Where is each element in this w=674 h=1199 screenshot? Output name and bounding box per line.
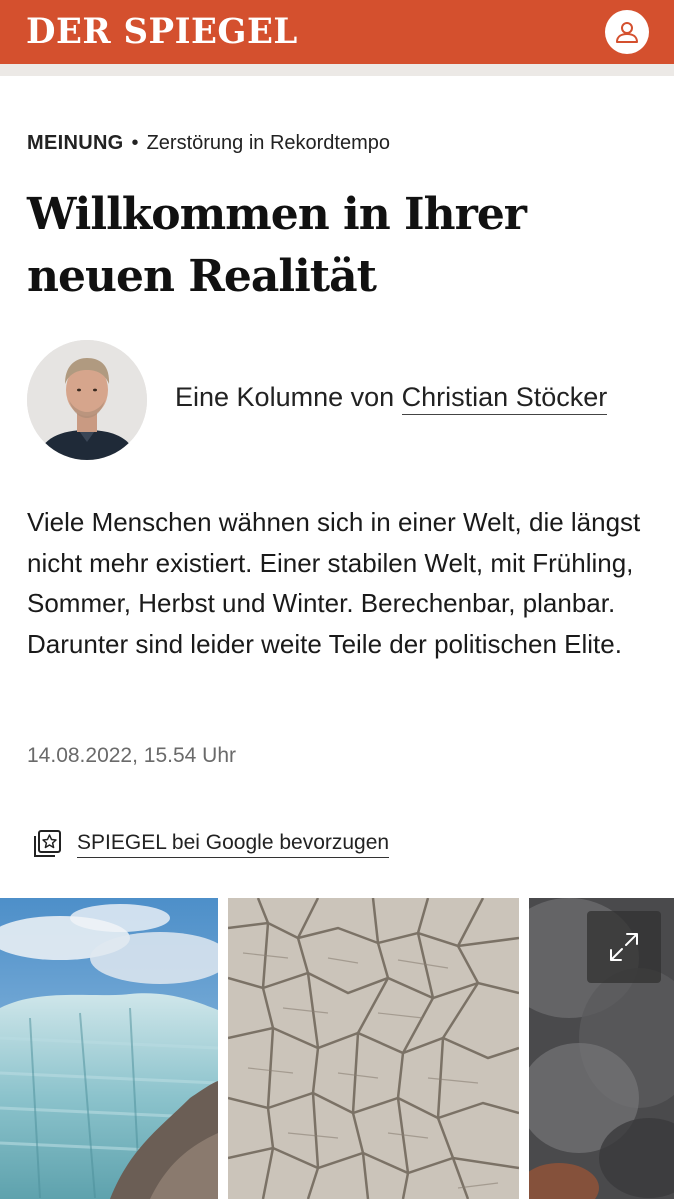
site-header: DER SPIEGEL [0, 0, 674, 64]
author-avatar[interactable] [27, 340, 147, 460]
publish-date: 14.08.2022, 15.54 Uhr [27, 744, 236, 767]
user-icon [616, 22, 638, 43]
topic-label: Zerstörung in Rekordtempo [146, 132, 391, 154]
google-preference-label: SPIEGEL bei Google bevorzugen [77, 831, 390, 858]
kicker: MEINUNG • Zerstörung in Rekordtempo [27, 132, 390, 155]
glacier-image[interactable] [0, 898, 218, 1199]
author-link[interactable]: Christian Stöcker [401, 382, 608, 415]
kicker-separator: • [131, 132, 139, 154]
byline: Eine Kolumne von Christian Stöcker [175, 382, 608, 415]
google-preference-link[interactable]: SPIEGEL bei Google bevorzugen [31, 828, 390, 860]
section-label[interactable]: MEINUNG [27, 132, 124, 154]
header-divider [0, 64, 674, 76]
expand-icon [610, 933, 638, 961]
spiegel-logo[interactable]: DER SPIEGEL [26, 12, 298, 53]
account-button[interactable] [605, 10, 649, 54]
star-bookmark-icon [34, 830, 61, 857]
image-gallery[interactable] [0, 898, 674, 1199]
byline-prefix: Eine Kolumne von [175, 382, 395, 412]
expand-gallery-button[interactable] [587, 911, 661, 983]
article-headline: Willkommen in Ihrer neuen Realität [27, 189, 527, 302]
article-teaser: Viele Menschen wähnen sich in einer Welt… [27, 507, 641, 659]
dry-cracked-earth-image[interactable] [228, 898, 519, 1199]
